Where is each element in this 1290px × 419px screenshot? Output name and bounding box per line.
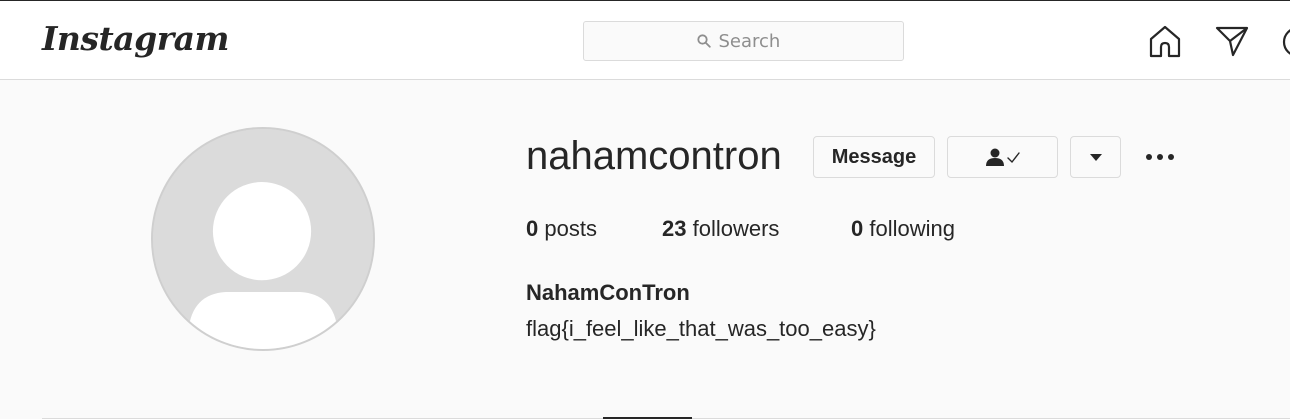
explore-icon[interactable]	[1280, 23, 1290, 59]
top-navigation-bar: Instagram	[0, 0, 1290, 80]
instagram-logo[interactable]: Instagram	[42, 19, 229, 58]
followers-label: followers	[692, 216, 780, 241]
home-icon[interactable]	[1147, 23, 1183, 59]
posts-stat: 0 posts	[526, 216, 597, 242]
following-stat[interactable]: 0 following	[851, 216, 955, 242]
caret-down-icon	[1089, 154, 1102, 161]
default-avatar-icon	[153, 129, 373, 349]
message-button-label: Message	[831, 145, 917, 168]
profile-bio: flag{i_feel_like_that_was_too_easy}	[526, 316, 876, 341]
suggested-accounts-dropdown-button[interactable]	[1070, 136, 1121, 178]
following-count: 0	[851, 216, 864, 241]
more-options-icon[interactable]	[1140, 146, 1180, 168]
posts-label: posts	[544, 216, 597, 241]
search-box[interactable]	[583, 21, 904, 61]
followers-count: 23	[662, 216, 687, 241]
user-check-icon	[985, 148, 1020, 166]
posts-count: 0	[526, 216, 539, 241]
more-dot	[1146, 154, 1152, 160]
search-icon	[696, 34, 711, 48]
message-button[interactable]: Message	[813, 136, 935, 178]
followers-stat[interactable]: 23 followers	[662, 216, 779, 242]
more-dot	[1157, 154, 1163, 160]
following-label: following	[869, 216, 955, 241]
direct-message-icon[interactable]	[1214, 23, 1250, 59]
profile-full-name: NahamConTron	[526, 280, 690, 305]
more-dot	[1168, 154, 1174, 160]
following-button[interactable]	[947, 136, 1058, 178]
profile-username: nahamcontron	[526, 134, 782, 178]
search-input[interactable]	[718, 30, 791, 52]
profile-avatar[interactable]	[151, 127, 375, 351]
